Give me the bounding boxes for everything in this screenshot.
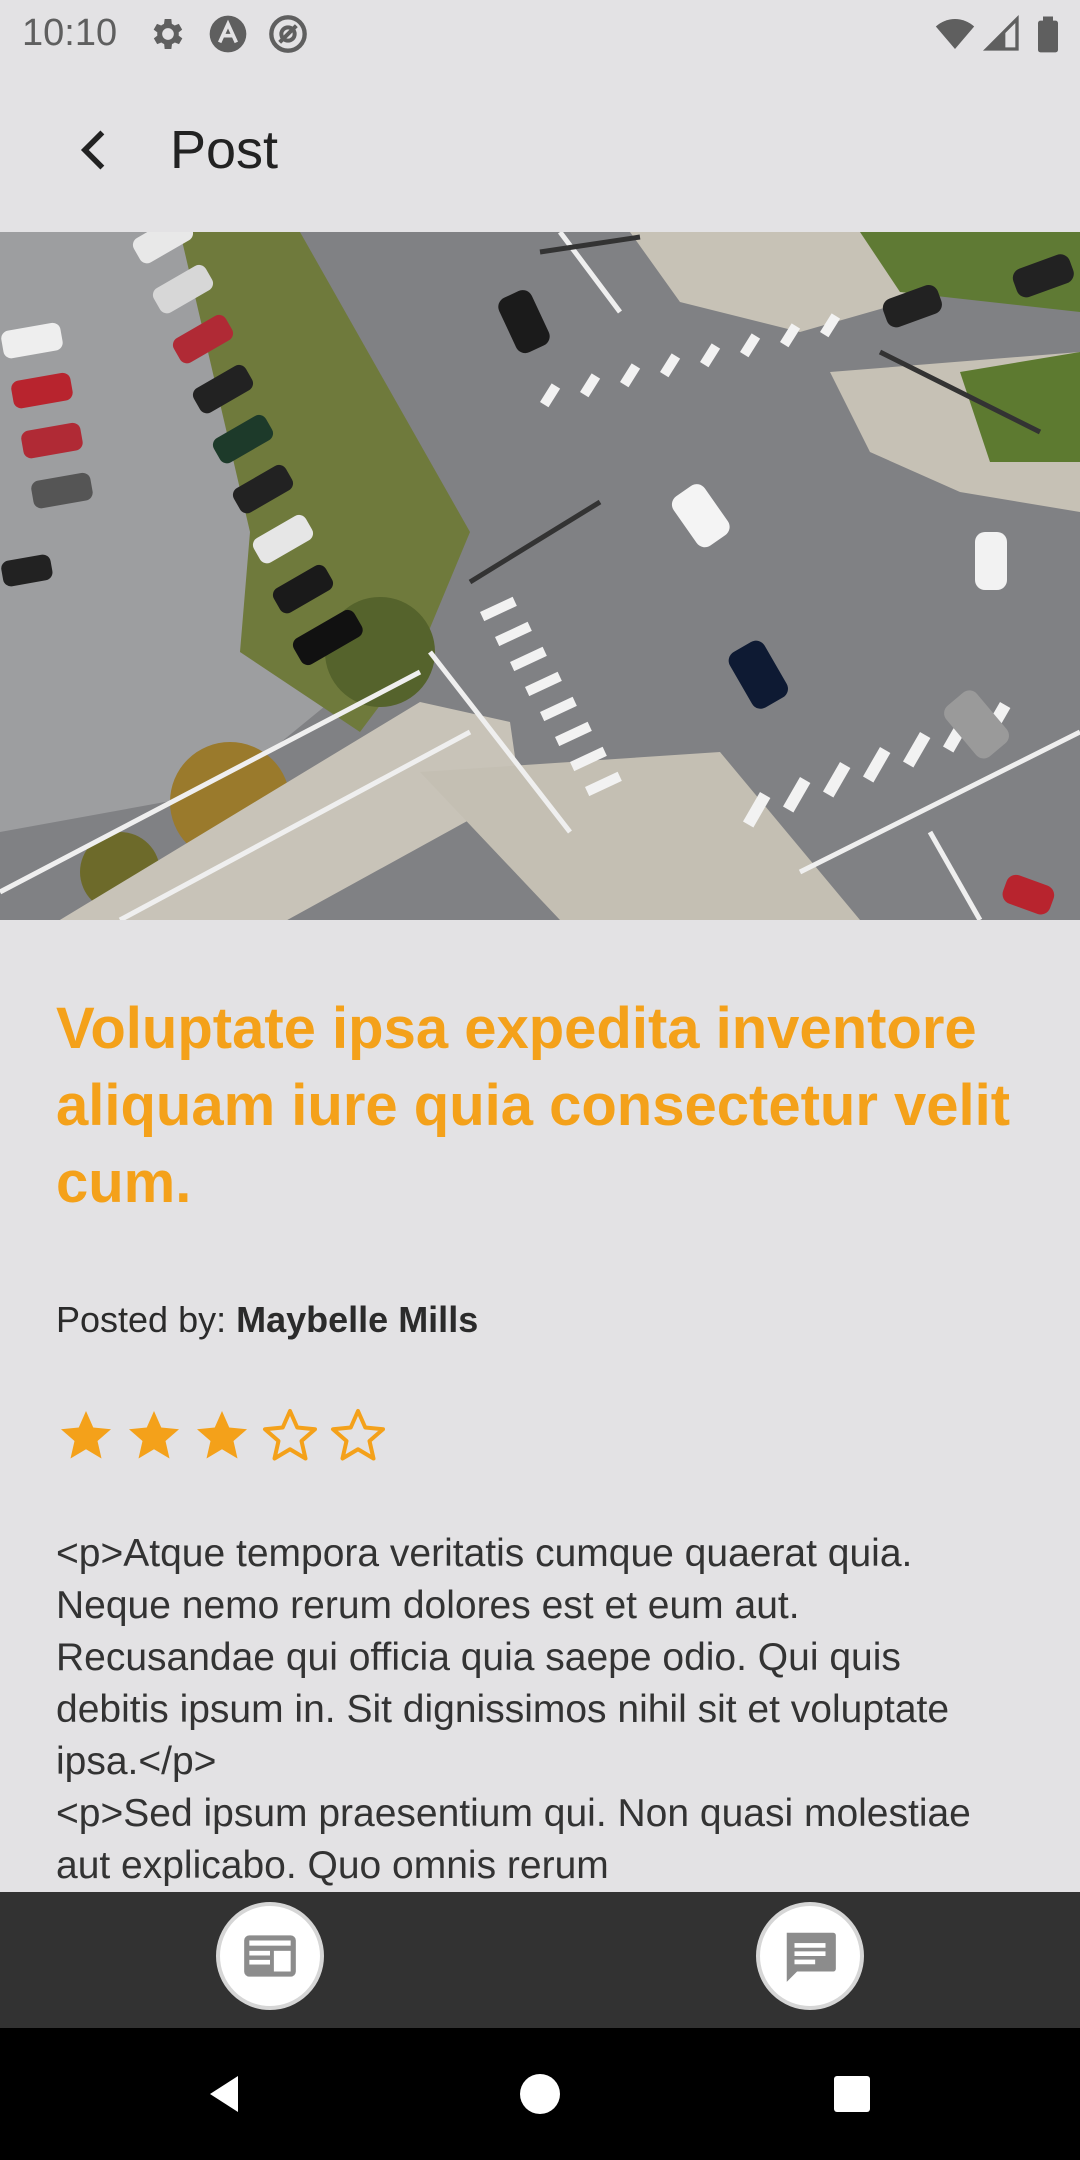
star-rating[interactable] xyxy=(56,1406,388,1470)
post-title: Voluptate ipsa expedita inventore aliqua… xyxy=(56,996,1011,1215)
back-triangle-icon xyxy=(210,2076,238,2112)
home-circle-icon xyxy=(520,2074,560,2114)
system-navigation-bar xyxy=(0,2028,1080,2160)
recents-square-icon xyxy=(834,2076,870,2112)
page-title: Post xyxy=(170,120,279,180)
post-content: Voluptate ipsa expedita inventore aliqua… xyxy=(56,990,1024,1221)
chevron-left-icon xyxy=(80,130,105,170)
author-name: Maybelle Mills xyxy=(236,1299,479,1340)
status-time: 10:10 xyxy=(22,12,118,54)
articles-button[interactable] xyxy=(216,1902,324,2010)
aerial-intersection-photo xyxy=(0,232,1080,920)
star-filled-icon[interactable] xyxy=(124,1406,184,1466)
comments-icon xyxy=(786,1932,836,1982)
star-filled-icon[interactable] xyxy=(56,1406,116,1466)
wifi-icon xyxy=(935,14,975,54)
at-sign-icon xyxy=(268,14,308,54)
system-back-button[interactable] xyxy=(190,2058,262,2130)
star-filled-icon[interactable] xyxy=(192,1406,252,1466)
status-bar: 10:10 xyxy=(0,0,1080,66)
app-bar: Post xyxy=(0,66,1080,232)
comments-button[interactable] xyxy=(756,1902,864,2010)
system-recents-button[interactable] xyxy=(816,2058,888,2130)
image-carousel[interactable] xyxy=(0,232,1080,920)
a-logo-icon xyxy=(208,14,248,54)
signal-icon xyxy=(982,14,1022,54)
settings-icon xyxy=(148,14,188,54)
posted-by-label: Posted by: xyxy=(56,1299,227,1340)
post-screen: 10:10 Post Voluptate ipsa expedita inven… xyxy=(0,0,1080,2160)
battery-icon xyxy=(1028,14,1068,54)
bottom-navigation xyxy=(0,1892,1080,2028)
article-icon xyxy=(244,1935,296,1977)
system-home-button[interactable] xyxy=(504,2058,576,2130)
star-outline-icon[interactable] xyxy=(328,1406,388,1466)
post-body: <p>Atque tempora veritatis cumque quaera… xyxy=(56,1532,971,1887)
posted-by: Posted by: Maybelle Mills xyxy=(56,1296,478,1344)
star-outline-icon[interactable] xyxy=(260,1406,320,1466)
back-button[interactable] xyxy=(56,112,132,188)
